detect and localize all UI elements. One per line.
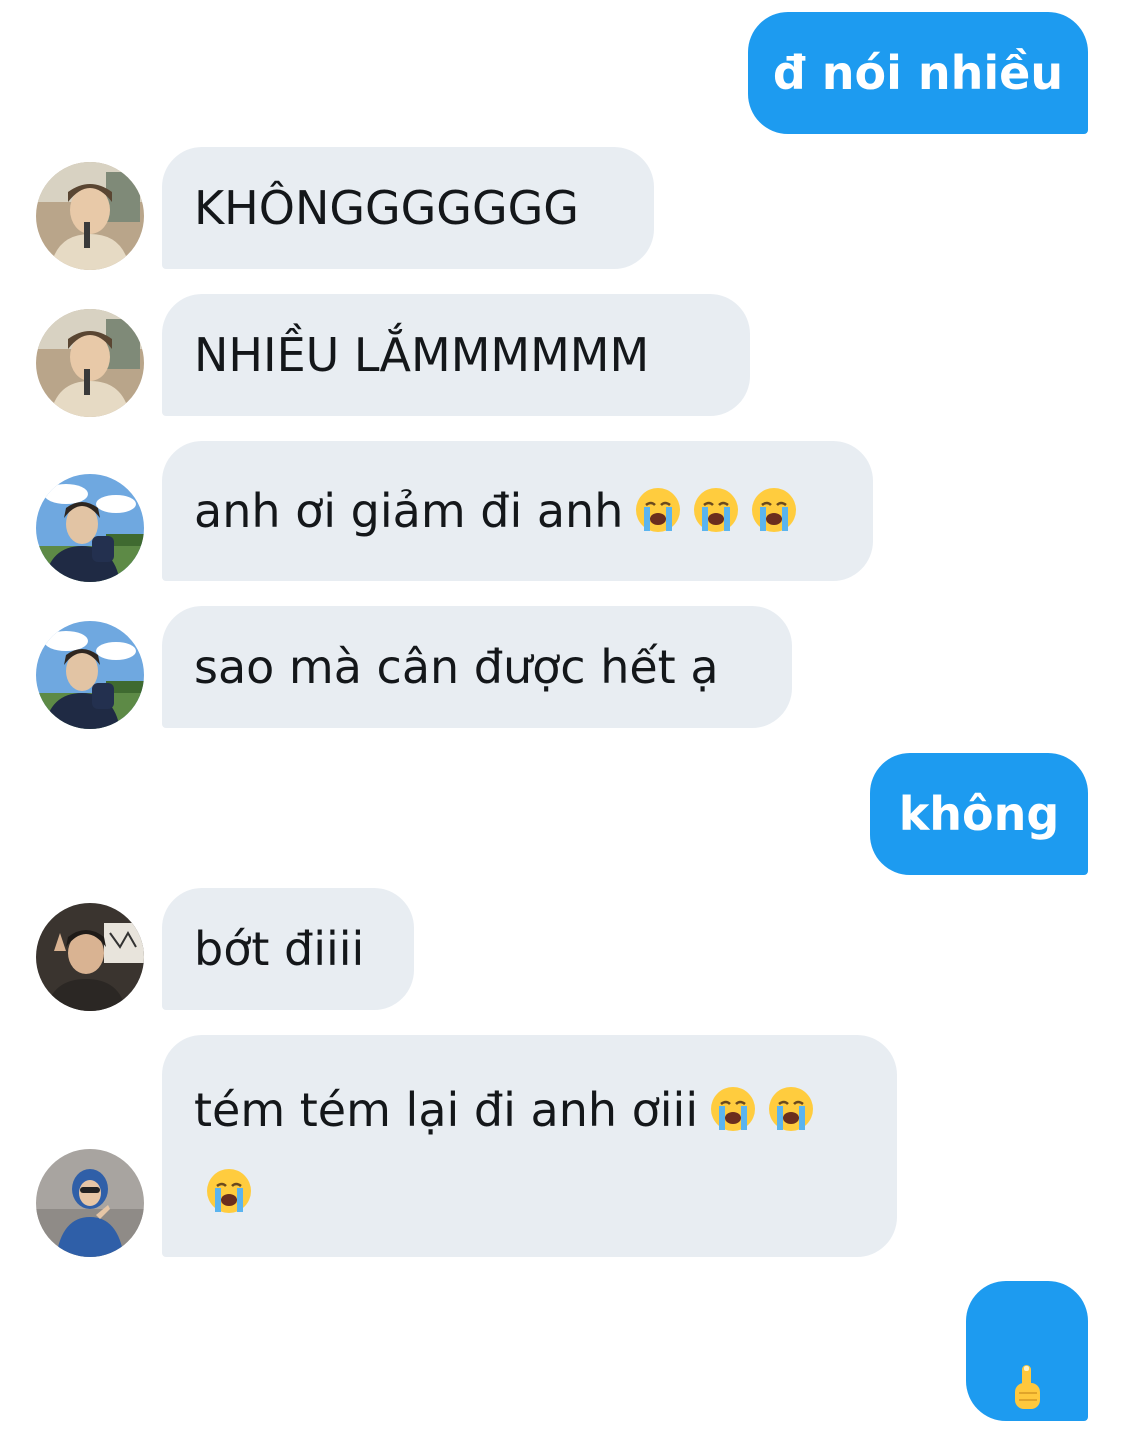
incoming-message[interactable]: KHÔNGGGGGGG <box>162 147 654 269</box>
avatar[interactable] <box>36 903 144 1011</box>
outgoing-message[interactable]: đ nói nhiều <box>748 12 1088 134</box>
loudly-crying-face-icon <box>206 1157 252 1213</box>
loudly-crying-face-icon <box>768 1075 814 1131</box>
loudly-crying-face-icon <box>635 447 681 532</box>
incoming-message[interactable]: tém tém lại đi anh ơiii <box>162 1035 897 1257</box>
incoming-message[interactable]: sao mà cân được hết ạ <box>162 606 792 728</box>
outgoing-message[interactable] <box>966 1281 1088 1421</box>
incoming-message[interactable]: bớt điiii <box>162 888 414 1010</box>
loudly-crying-face-icon <box>751 447 797 532</box>
incoming-message[interactable]: anh ơi giảm đi anh <box>162 441 873 581</box>
loudly-crying-face-icon <box>710 1075 756 1131</box>
loudly-crying-face-icon <box>693 447 739 532</box>
avatar[interactable] <box>36 309 144 417</box>
message-text: NHIỀU LẮMMMMMM <box>194 328 650 382</box>
avatar[interactable] <box>36 1149 144 1257</box>
message-text: tém tém lại đi anh ơiii <box>194 1083 699 1137</box>
chat-thread: đ nói nhiều KHÔNGGGGGGG NHIỀU LẮMMMMMM a… <box>0 0 1125 1430</box>
message-text: sao mà cân được hết ạ <box>194 640 719 694</box>
message-text: anh ơi giảm đi anh <box>194 484 624 538</box>
message-text: không <box>898 787 1060 841</box>
message-text: bớt điiii <box>194 922 365 976</box>
message-text: đ nói nhiều <box>772 46 1064 100</box>
pointing-up-hand-icon <box>1010 1329 1044 1409</box>
message-text: KHÔNGGGGGGG <box>194 181 579 235</box>
avatar[interactable] <box>36 162 144 270</box>
avatar[interactable] <box>36 474 144 582</box>
avatar[interactable] <box>36 621 144 729</box>
outgoing-message[interactable]: không <box>870 753 1088 875</box>
incoming-message[interactable]: NHIỀU LẮMMMMMM <box>162 294 750 416</box>
